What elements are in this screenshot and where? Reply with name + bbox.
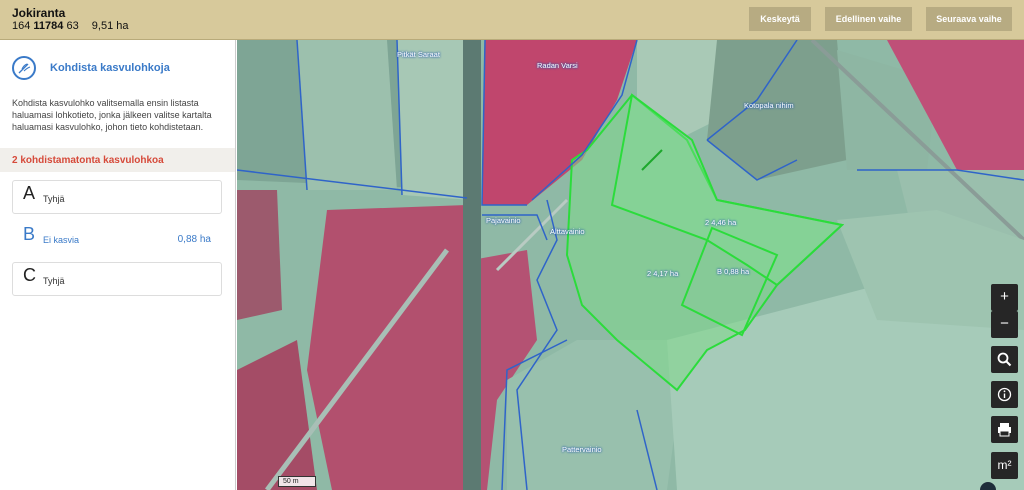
zoom-in-button[interactable]: + (991, 284, 1018, 311)
parcel-crop: Tyhjä (43, 194, 65, 204)
parcel-area: 0,88 ha (177, 234, 211, 245)
parcel-crop: Ei kasvia (43, 235, 80, 245)
parcel-item-c[interactable]: C Tyhjä (12, 262, 222, 296)
unassigned-header: 2 kohdistamatonta kasvulohkoa (0, 148, 235, 172)
farm-identifier: 164 11784 63 9,51 ha (12, 20, 128, 32)
print-icon (998, 423, 1011, 437)
search-icon (997, 352, 1012, 367)
parcel-crop: Tyhjä (43, 276, 65, 286)
info-icon (997, 387, 1012, 402)
map-label-field: Radan Varsi (537, 61, 578, 70)
task-title: Kohdista kasvulohkoja (50, 62, 170, 74)
map-label-field: Pattervainio (562, 445, 602, 454)
map-view[interactable]: Pitkät Saraat Radan Varsi Kotopala nihim… (237, 40, 1024, 490)
previous-step-button[interactable]: Edellinen vaihe (825, 7, 912, 31)
aerial-imagery (237, 40, 1024, 490)
farm-total-area: 9,51 ha (91, 20, 129, 32)
unassigned-count-label: 2 kohdistamatonta kasvulohkoa (12, 155, 164, 166)
farm-id-suffix: 63 (66, 20, 79, 32)
zoom-out-button[interactable]: − (991, 311, 1018, 338)
farm-id-prefix: 164 (12, 20, 31, 32)
parcel-letter: A (23, 183, 36, 203)
map-label-parcel: 2 4,17 ha (647, 269, 679, 278)
sidebar: Kohdista kasvulohkoja Kohdista kasvulohk… (0, 40, 236, 490)
top-header: Jokiranta 164 11784 63 9,51 ha Keskeytä … (0, 0, 1024, 40)
farm-name: Jokiranta (12, 6, 66, 20)
map-scale: 50 m (278, 476, 316, 487)
map-label-field: Pitkät Saraat (397, 50, 440, 59)
instructions-text: Kohdista kasvulohko valitsemalla ensin l… (12, 98, 212, 132)
measure-area-button[interactable]: m² (991, 452, 1018, 479)
info-button[interactable] (991, 381, 1018, 408)
parcel-letter: B (23, 224, 36, 244)
parcel-letter: C (23, 265, 36, 285)
map-label-parcel: 2 4,46 ha (705, 218, 737, 227)
map-label-field: Kotopala nihim (744, 101, 794, 110)
next-step-button[interactable]: Seuraava vaihe (926, 7, 1012, 31)
map-label-parcel: B 0,88 ha (717, 267, 750, 276)
wheat-icon (12, 56, 36, 80)
parcel-item-a[interactable]: A Tyhjä (12, 180, 222, 214)
farm-id-main: 11784 (33, 20, 64, 32)
search-button[interactable] (991, 346, 1018, 373)
map-label-field: Alttavainio (550, 227, 585, 236)
print-button[interactable] (991, 416, 1018, 443)
stop-button[interactable]: Keskeytä (749, 7, 811, 31)
parcel-item-b[interactable]: B Ei kasvia 0,88 ha (12, 221, 222, 255)
map-label-field: Pajavainio (486, 216, 521, 225)
